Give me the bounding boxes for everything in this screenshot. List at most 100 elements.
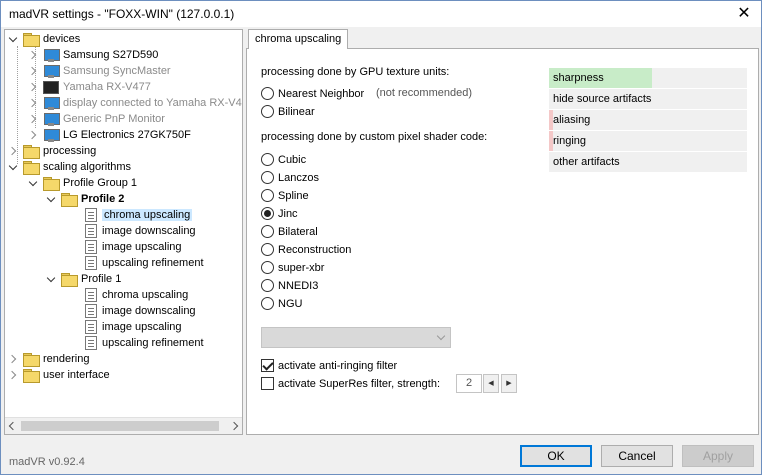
title-bar: madVR settings - "FOXX-WIN" (127.0.0.1) …	[1, 1, 761, 27]
scroll-right-icon[interactable]	[230, 421, 240, 431]
tree-item-profile-1[interactable]: Profile 1	[47, 271, 121, 287]
not-recommended-note: (not recommended)	[376, 87, 472, 99]
radio-ngu[interactable]: NGU	[261, 297, 302, 310]
tree-item-devices[interactable]: devices	[9, 31, 80, 47]
radio-reconstruction[interactable]: Reconstruction	[261, 243, 351, 256]
document-icon	[85, 208, 97, 222]
tree-item-device[interactable]: Samsung SyncMaster	[29, 63, 171, 79]
radio-circle[interactable]	[261, 105, 274, 118]
monitor-icon	[43, 128, 60, 142]
tree-item-p2-image-downscaling[interactable]: image downscaling	[85, 223, 196, 239]
radio-circle[interactable]	[261, 87, 274, 100]
radio-nearest-neighbor[interactable]: Nearest Neighbor	[261, 87, 364, 100]
tree-item-device[interactable]: Generic PnP Monitor	[29, 111, 165, 127]
tree-item-p2-image-upscaling[interactable]: image upscaling	[85, 239, 182, 255]
increment-icon[interactable]: ▶	[501, 374, 517, 393]
anti-ringing-checkbox[interactable]: activate anti-ringing filter	[261, 359, 397, 372]
radio-bilinear[interactable]: Bilinear	[261, 105, 315, 118]
radio-circle[interactable]	[261, 153, 274, 166]
folder-icon	[23, 353, 40, 367]
quality-label: other artifacts	[553, 156, 620, 168]
folder-icon	[43, 177, 60, 191]
collapse-icon[interactable]	[47, 194, 57, 204]
tree-item-p1-image-downscaling[interactable]: image downscaling	[85, 303, 196, 319]
collapse-icon[interactable]	[29, 178, 39, 188]
version-label: madVR v0.92.4	[9, 456, 85, 468]
horizontal-scrollbar[interactable]	[5, 417, 242, 434]
cancel-button[interactable]: Cancel	[601, 445, 673, 467]
document-icon	[85, 304, 97, 318]
folder-icon	[61, 193, 78, 207]
expand-icon[interactable]	[29, 114, 39, 124]
quality-row: ringing	[549, 131, 747, 152]
expand-icon[interactable]	[29, 98, 39, 108]
superres-checkbox[interactable]: activate SuperRes filter, strength:	[261, 377, 440, 390]
tab-chroma-upscaling[interactable]: chroma upscaling	[248, 29, 349, 49]
tree-item-p1-chroma-upscaling[interactable]: chroma upscaling	[85, 287, 188, 303]
tree-item-device[interactable]: Yamaha RX-V477	[29, 79, 151, 95]
radio-bilateral[interactable]: Bilateral	[261, 225, 318, 238]
expand-icon[interactable]	[29, 50, 39, 60]
tree-item-device[interactable]: display connected to Yamaha RX-V47	[29, 95, 242, 111]
quality-label: sharpness	[553, 72, 604, 84]
radio-circle[interactable]	[261, 243, 274, 256]
radio-super-xbr[interactable]: super-xbr	[261, 261, 324, 274]
radio-spline[interactable]: Spline	[261, 189, 309, 202]
document-icon	[85, 240, 97, 254]
document-icon	[85, 288, 97, 302]
tree-item-p1-upscaling-refinement[interactable]: upscaling refinement	[85, 335, 204, 351]
radio-circle[interactable]	[261, 189, 274, 202]
expand-icon[interactable]	[29, 82, 39, 92]
tree-item-user-interface[interactable]: user interface	[9, 367, 110, 383]
radio-circle[interactable]	[261, 171, 274, 184]
expand-icon[interactable]	[9, 354, 19, 364]
tree-item-scaling-algorithms[interactable]: scaling algorithms	[9, 159, 131, 175]
expand-icon[interactable]	[29, 66, 39, 76]
radio-circle[interactable]	[261, 225, 274, 238]
settings-window: madVR settings - "FOXX-WIN" (127.0.0.1) …	[0, 0, 762, 475]
tree-item-p1-image-upscaling[interactable]: image upscaling	[85, 319, 182, 335]
scroll-thumb[interactable]	[21, 421, 219, 431]
radio-jinc[interactable]: Jinc	[261, 207, 298, 220]
folder-icon	[23, 161, 40, 175]
expand-icon[interactable]	[9, 370, 19, 380]
tree-item-p2-upscaling-refinement[interactable]: upscaling refinement	[85, 255, 204, 271]
tree-item-profile-group[interactable]: Profile Group 1	[29, 175, 137, 191]
chevron-down-icon	[436, 331, 446, 341]
apply-button[interactable]: Apply	[682, 445, 754, 467]
quality-row: other artifacts	[549, 152, 747, 173]
radio-circle-checked[interactable]	[261, 207, 274, 220]
tree-item-processing[interactable]: processing	[9, 143, 96, 159]
ok-button[interactable]: OK	[520, 445, 592, 467]
collapse-icon[interactable]	[9, 34, 19, 44]
settings-tree[interactable]: devices Samsung S27D590 Samsung SyncMast…	[4, 29, 243, 435]
quality-rating-table: sharpness hide source artifacts aliasing…	[549, 68, 747, 173]
tree-item-device[interactable]: Samsung S27D590	[29, 47, 158, 63]
radio-lanczos[interactable]: Lanczos	[261, 171, 319, 184]
algorithm-options-dropdown[interactable]	[261, 327, 451, 348]
radio-circle[interactable]	[261, 297, 274, 310]
shader-section-heading: processing done by custom pixel shader c…	[261, 131, 488, 143]
radio-circle[interactable]	[261, 279, 274, 292]
radio-cubic[interactable]: Cubic	[261, 153, 306, 166]
expand-icon[interactable]	[9, 146, 19, 156]
monitor-icon	[43, 96, 60, 110]
checkbox-checked[interactable]	[261, 359, 274, 372]
decrement-icon[interactable]: ◀	[483, 374, 499, 393]
quality-label: hide source artifacts	[553, 93, 652, 105]
tree-item-p2-chroma-upscaling[interactable]: chroma upscaling	[85, 207, 193, 223]
radio-nnedi3[interactable]: NNEDI3	[261, 279, 318, 292]
radio-circle[interactable]	[261, 261, 274, 274]
tree-item-profile-2[interactable]: Profile 2	[47, 191, 124, 207]
expand-icon[interactable]	[29, 130, 39, 140]
collapse-icon[interactable]	[47, 274, 57, 284]
checkbox-unchecked[interactable]	[261, 377, 274, 390]
close-icon[interactable]: ✕	[733, 4, 755, 24]
scroll-left-icon[interactable]	[7, 421, 17, 431]
receiver-icon	[43, 80, 59, 94]
tree-item-rendering[interactable]: rendering	[9, 351, 89, 367]
monitor-icon	[43, 64, 60, 78]
tree-item-device[interactable]: LG Electronics 27GK750F	[29, 127, 191, 143]
superres-strength-input[interactable]: 2	[456, 374, 482, 393]
collapse-icon[interactable]	[9, 162, 19, 172]
